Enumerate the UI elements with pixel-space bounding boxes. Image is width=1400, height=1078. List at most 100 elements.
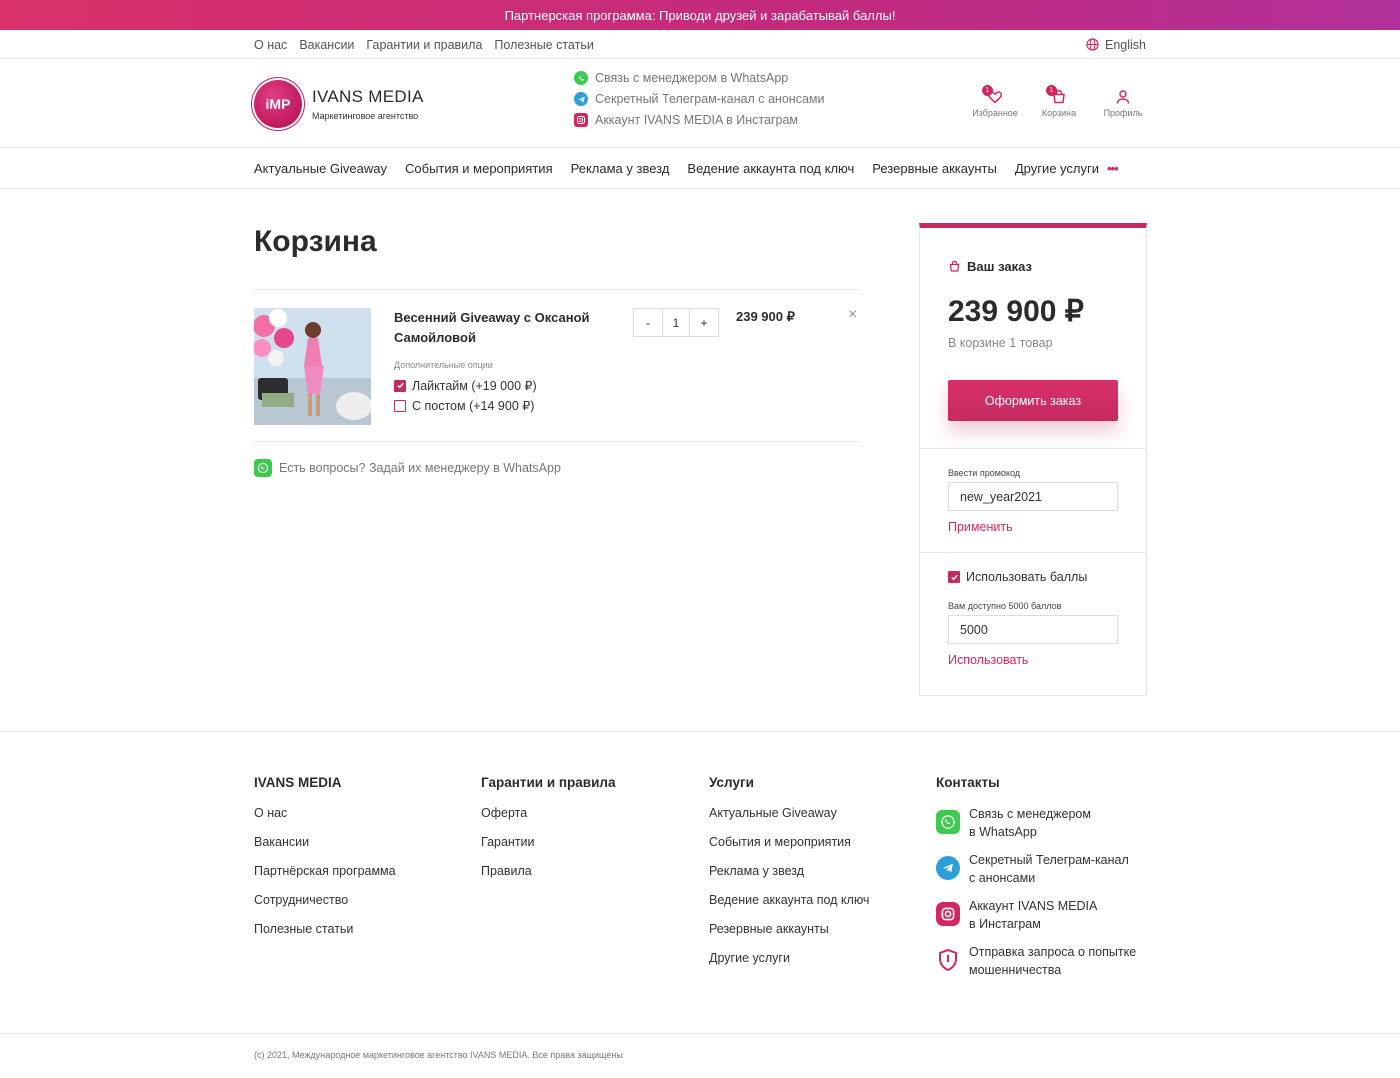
footer-link-stars-ads[interactable]: Реклама у звезд [709, 864, 869, 893]
instagram-icon [936, 902, 960, 926]
promo-apply-link[interactable]: Применить [948, 520, 1013, 534]
footer-contact-instagram[interactable]: Аккаунт IVANS MEDIA в Инстаграм [936, 898, 1146, 933]
footer-link-offer[interactable]: Оферта [481, 806, 616, 835]
shopping-bag-icon [949, 260, 960, 272]
footer-link-account-management[interactable]: Ведение аккаунта под ключ [709, 893, 869, 922]
header-contact-whatsapp[interactable]: Связь с менеджером в WhatsApp [574, 71, 824, 85]
header-contact-instagram-label[interactable]: Аккаунт IVANS MEDIA в Инстаграм [595, 113, 798, 127]
topnav-link-articles[interactable]: Полезные статьи [494, 38, 593, 52]
order-summary-panel: Ваш заказ 239 900 ₽ В корзине 1 товар Оф… [919, 223, 1147, 696]
topnav-link-about[interactable]: О нас [254, 38, 287, 52]
footer: IVANS MEDIA О нас Вакансии Партнёрская п… [0, 731, 1400, 1034]
footer-link-reserve-accounts[interactable]: Резервные аккаунты [709, 922, 869, 951]
page-title: Корзина [254, 225, 377, 258]
catnav-item-stars-ads[interactable]: Реклама у звезд [571, 161, 670, 176]
cart-button[interactable]: 1 Корзина [1036, 85, 1082, 118]
checkbox-checked[interactable] [394, 379, 406, 392]
product-photo [254, 308, 371, 425]
promo-banner[interactable]: Партнерская программа: Приводи друзей и … [0, 0, 1400, 30]
checkbox-unchecked[interactable] [394, 399, 406, 412]
brand[interactable]: IVANS MEDIA Маркетинговое агентство [312, 87, 424, 121]
language-label[interactable]: English [1105, 38, 1146, 52]
footer-link-guarantees[interactable]: Гарантии [481, 835, 616, 864]
language-switcher[interactable]: English [1086, 38, 1146, 52]
footer-col-company: IVANS MEDIA О нас Вакансии Партнёрская п… [254, 775, 396, 951]
promo-code-input[interactable]: new_year2021 [948, 482, 1118, 511]
user-icon [1116, 90, 1130, 104]
footer-contact-telegram[interactable]: Секретный Телеграм-канал с анонсами [936, 852, 1146, 887]
footer-link-rules[interactable]: Правила [481, 864, 616, 893]
topnav-link-guarantees[interactable]: Гарантии и правила [366, 38, 482, 52]
footer-contact-whatsapp-label: Связь с менеджером в WhatsApp [969, 806, 1091, 841]
quantity-decrease-button[interactable]: - [634, 309, 662, 336]
product-title[interactable]: Весенний Giveaway с Оксаной Самойловой [394, 308, 614, 348]
footer-link-vacancies[interactable]: Вакансии [254, 835, 396, 864]
contact-line: Секретный Телеграм-канал [969, 853, 1129, 867]
remove-item-close-icon[interactable]: × [848, 306, 857, 324]
product-price: 239 900 ₽ [736, 309, 795, 324]
more-dots-icon[interactable]: ••• [1107, 161, 1119, 176]
copyright-bar: (c) 2021, Международное маркетинговое аг… [0, 1034, 1400, 1076]
category-nav: Актуальные Giveaway События и мероприяти… [0, 148, 1400, 189]
header-contact-telegram[interactable]: Секретный Телеграм-канал с анонсами [574, 92, 824, 106]
whatsapp-question-label[interactable]: Есть вопросы? Задай их менеджеру в Whats… [279, 461, 561, 475]
footer-contact-telegram-label: Секретный Телеграм-канал с анонсами [969, 852, 1129, 887]
footer-link-other-services[interactable]: Другие услуги [709, 951, 869, 980]
option-liketime[interactable]: Лайктайм (+19 000 ₽) [394, 378, 537, 393]
footer-contact-fraud-report[interactable]: Отправка запроса о попытке мошенничества [936, 944, 1146, 979]
contact-line: Связь с менеджером [969, 807, 1091, 821]
options-label: Дополнительные опции [394, 360, 493, 370]
checkout-button[interactable]: Оформить заказ [948, 380, 1118, 421]
option-with-post-label: С постом (+14 900 ₽) [412, 399, 535, 413]
footer-contact-whatsapp[interactable]: Связь с менеджером в WhatsApp [936, 806, 1146, 841]
use-points-checkbox[interactable]: Использовать баллы [948, 570, 1087, 584]
catnav-item-other-services[interactable]: Другие услуги [1015, 161, 1099, 176]
header-contact-telegram-label[interactable]: Секретный Телеграм-канал с анонсами [595, 92, 824, 106]
brand-subtitle: Маркетинговое агентство [312, 110, 419, 121]
catnav-item-events[interactable]: События и мероприятия [405, 161, 553, 176]
profile-button[interactable]: Профиль [1100, 89, 1146, 118]
footer-link-articles[interactable]: Полезные статьи [254, 922, 396, 951]
footer-link-cooperation[interactable]: Сотрудничество [254, 893, 396, 922]
shield-icon [936, 948, 960, 972]
quantity-stepper: - 1 + [633, 308, 719, 337]
footer-contact-instagram-label: Аккаунт IVANS MEDIA в Инстаграм [969, 898, 1097, 933]
topnav-link-vacancies[interactable]: Вакансии [299, 38, 354, 52]
catnav-item-reserve-accounts[interactable]: Резервные аккаунты [872, 161, 997, 176]
option-with-post[interactable]: С постом (+14 900 ₽) [394, 398, 534, 413]
footer-col-title: Гарантии и правила [481, 775, 616, 790]
logo-text: iMP [265, 95, 291, 112]
instagram-icon [574, 113, 588, 127]
footer-contact-fraud-label: Отправка запроса о попытке мошенничества [969, 944, 1136, 979]
points-input[interactable]: 5000 [948, 615, 1118, 644]
catnav-item-giveaway[interactable]: Актуальные Giveaway [254, 161, 387, 176]
footer-link-partner-program[interactable]: Партнёрская программа [254, 864, 396, 893]
header-contact-whatsapp-label[interactable]: Связь с менеджером в WhatsApp [595, 71, 788, 85]
footer-link-about[interactable]: О нас [254, 806, 396, 835]
whatsapp-icon [254, 459, 272, 477]
footer-col-guarantees: Гарантии и правила Оферта Гарантии Прави… [481, 775, 616, 893]
divider [920, 448, 1146, 449]
footer-link-giveaway[interactable]: Актуальные Giveaway [709, 806, 869, 835]
contact-line: Аккаунт IVANS MEDIA [969, 899, 1098, 913]
product-image[interactable] [254, 308, 371, 425]
checkbox-checked[interactable] [948, 571, 960, 583]
points-apply-link[interactable]: Использовать [948, 653, 1028, 667]
footer-col-contacts: Контакты Связь с менеджером в WhatsApp Се… [936, 775, 1146, 990]
favorites-count-badge: 1 [982, 85, 993, 96]
quantity-increase-button[interactable]: + [690, 309, 718, 336]
logo[interactable]: iMP [254, 79, 302, 128]
top-nav: О нас Вакансии Гарантии и правила Полезн… [0, 30, 1400, 59]
footer-link-events[interactable]: События и мероприятия [709, 835, 869, 864]
order-item-count: В корзине 1 товар [948, 336, 1053, 350]
copyright-text: (c) 2021, Международное маркетинговое аг… [254, 1050, 623, 1060]
brand-name: IVANS MEDIA [312, 86, 424, 106]
quantity-input[interactable]: 1 [662, 309, 690, 336]
whatsapp-icon [574, 71, 588, 85]
catnav-item-account-management[interactable]: Ведение аккаунта под ключ [687, 161, 854, 176]
whatsapp-question-link[interactable]: Есть вопросы? Задай их менеджеру в Whats… [254, 459, 561, 477]
promo-text[interactable]: Партнерская программа: Приводи друзей и … [505, 8, 896, 23]
header-contact-instagram[interactable]: Аккаунт IVANS MEDIA в Инстаграм [574, 113, 824, 127]
contact-line: в Инстаграм [969, 916, 1041, 931]
favorites-button[interactable]: 1 Избранное [972, 85, 1018, 118]
